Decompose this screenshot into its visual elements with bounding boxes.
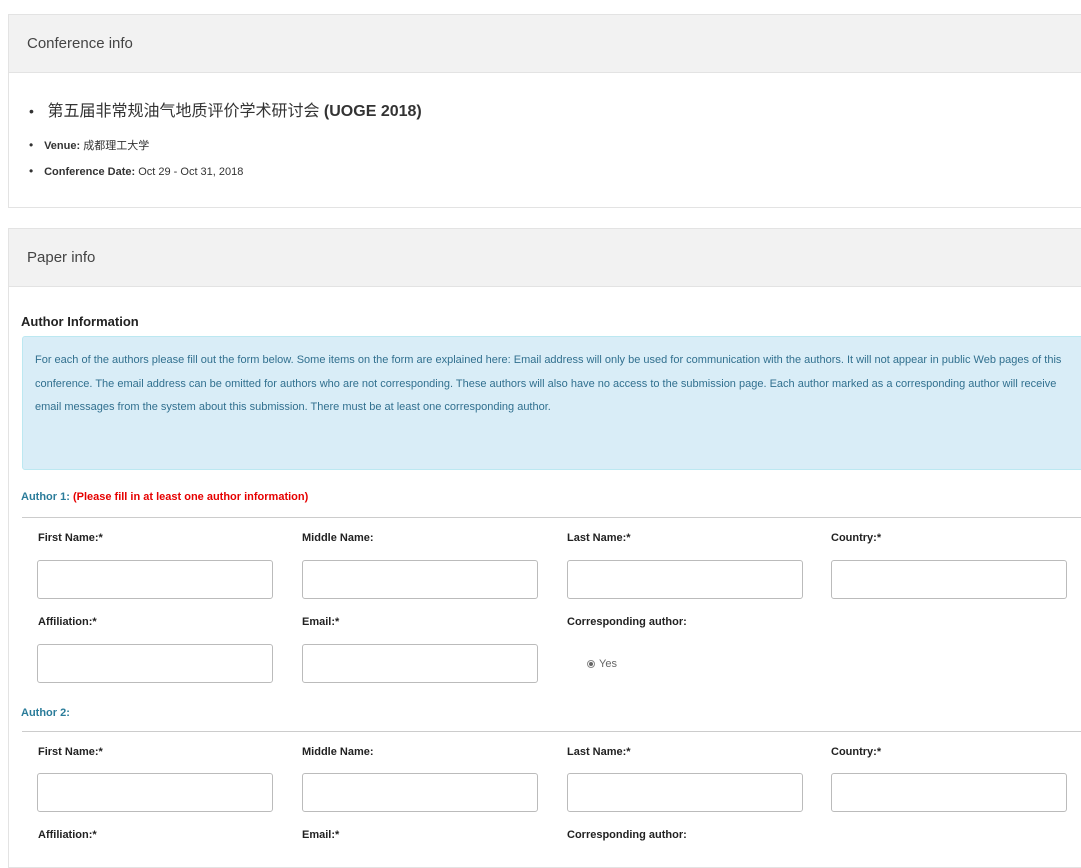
conference-info-panel: Conference info 第五届非常规油气地质评价学术研讨会 (UOGE …	[8, 14, 1081, 208]
author-1-corresponding-label: Corresponding author:	[567, 616, 687, 628]
venue-value: 成都理工大学	[83, 140, 150, 152]
author-2-last-name-input[interactable]	[567, 773, 803, 812]
author-information-title: Author Information	[21, 314, 139, 329]
date-value: Oct 29 - Oct 31, 2018	[138, 166, 244, 178]
author-1-country-input[interactable]	[831, 560, 1067, 599]
author-1-affiliation-label: Affiliation:*	[38, 616, 97, 628]
author-1-divider	[22, 517, 1081, 518]
author-1-country-label: Country:*	[831, 532, 882, 544]
author-2-divider	[22, 731, 1081, 732]
author-2-middle-name-label: Middle Name:	[302, 746, 374, 758]
author-1-first-name-input[interactable]	[37, 560, 273, 599]
author-2-last-name-label: Last Name:*	[567, 746, 631, 758]
author-1-label: Author 1:	[21, 491, 70, 503]
author-1-required-note: (Please fill in at least one author info…	[72, 491, 309, 503]
author-2-middle-name-input[interactable]	[302, 773, 538, 812]
venue-label: Venue:	[44, 140, 81, 152]
author-2-country-input[interactable]	[831, 773, 1067, 812]
author-1-corresponding-radio[interactable]: Yes	[587, 658, 617, 670]
author-1-heading: Author 1: (Please fill in at least one a…	[21, 491, 308, 503]
author-1-last-name-input[interactable]	[567, 560, 803, 599]
author-2-first-name-input[interactable]	[37, 773, 273, 812]
author-1-email-input[interactable]	[302, 644, 538, 683]
author-2-affiliation-label: Affiliation:*	[38, 829, 97, 841]
author-1-last-name-label: Last Name:*	[567, 532, 631, 544]
author-1-affiliation-input[interactable]	[37, 644, 273, 683]
author-1-middle-name-label: Middle Name:	[302, 532, 374, 544]
author-2-country-label: Country:*	[831, 746, 882, 758]
conference-name-text: 第五届非常规油气地质评价学术研讨会	[47, 103, 320, 120]
author-1-middle-name-input[interactable]	[302, 560, 538, 599]
conference-date: Conference Date: Oct 29 - Oct 31, 2018	[29, 164, 243, 178]
paper-info-heading: Paper info	[9, 229, 1081, 287]
date-label: Conference Date:	[44, 166, 136, 178]
radio-selected-icon[interactable]	[587, 660, 595, 668]
conference-abbr: (UOGE 2018)	[323, 103, 422, 120]
author-2-label: Author 2:	[21, 707, 70, 719]
author-2-first-name-label: First Name:*	[38, 746, 103, 758]
conference-name: 第五届非常规油气地质评价学术研讨会 (UOGE 2018)	[29, 97, 422, 121]
author-2-heading: Author 2:	[21, 707, 70, 719]
author-2-email-label: Email:*	[302, 829, 340, 841]
paper-info-panel: Paper info Author Information For each o…	[8, 228, 1081, 868]
conference-venue: Venue: 成都理工大学	[29, 137, 149, 153]
author-1-email-label: Email:*	[302, 616, 340, 628]
conference-info-heading: Conference info	[9, 15, 1081, 73]
author-1-first-name-label: First Name:*	[38, 532, 103, 544]
author-1-corresponding-yes-label: Yes	[599, 658, 617, 670]
author-info-notice: For each of the authors please fill out …	[22, 336, 1081, 470]
author-2-corresponding-label: Corresponding author:	[567, 829, 687, 841]
